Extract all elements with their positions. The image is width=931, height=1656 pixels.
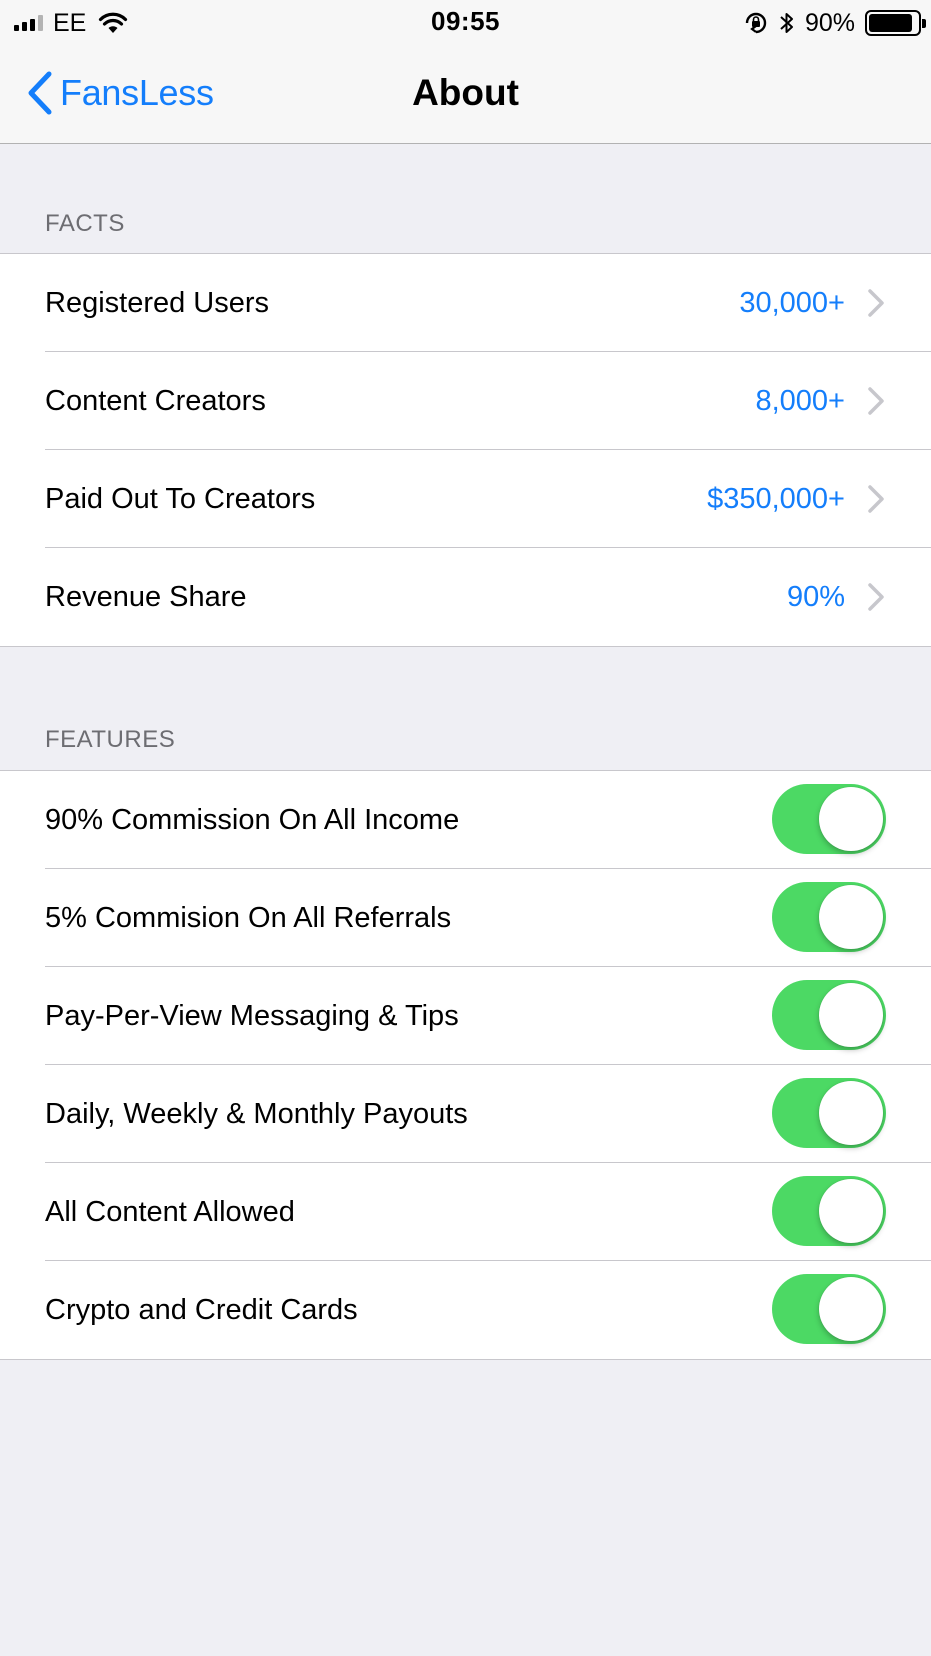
toggle-knob [819, 983, 883, 1047]
feature-toggle[interactable] [772, 1176, 886, 1246]
facts-group: Registered Users 30,000+ Content Creator… [0, 253, 931, 647]
fact-label: Registered Users [45, 287, 270, 319]
chevron-right-icon [868, 583, 884, 611]
navigation-bar: FansLess About [0, 46, 931, 144]
fact-row-content-creators[interactable]: Content Creators 8,000+ [0, 352, 931, 450]
fact-value: 30,000+ [739, 287, 845, 319]
chevron-right-icon [868, 387, 884, 415]
feature-label: 90% Commission On All Income [45, 804, 460, 836]
fact-label: Content Creators [45, 385, 266, 417]
feature-label: All Content Allowed [45, 1196, 295, 1228]
chevron-right-icon [868, 485, 884, 513]
orientation-lock-icon [745, 12, 767, 34]
battery-percent: 90% [804, 8, 855, 37]
feature-toggle[interactable] [772, 980, 886, 1050]
toggle-knob [819, 787, 883, 851]
page-title: About [412, 72, 519, 113]
feature-row-payouts: Daily, Weekly & Monthly Payouts [0, 1065, 931, 1163]
fact-value: 8,000+ [755, 385, 845, 417]
fact-row-revenue-share[interactable]: Revenue Share 90% [0, 548, 931, 646]
feature-label: Daily, Weekly & Monthly Payouts [45, 1098, 468, 1130]
feature-toggle[interactable] [772, 784, 886, 854]
feature-toggle[interactable] [772, 1274, 886, 1344]
feature-row-referrals: 5% Commision On All Referrals [0, 869, 931, 967]
fact-row-registered-users[interactable]: Registered Users 30,000+ [0, 254, 931, 352]
fact-label: Paid Out To Creators [45, 483, 316, 515]
status-right: 90% [743, 8, 926, 38]
toggle-knob [819, 885, 883, 949]
status-bar: EE 09:55 90% [0, 0, 931, 46]
fact-label: Revenue Share [45, 581, 247, 613]
features-section-header: FEATURES [45, 726, 176, 753]
feature-row-commission: 90% Commission On All Income [0, 771, 931, 869]
toggle-knob [819, 1081, 883, 1145]
feature-toggle[interactable] [772, 882, 886, 952]
battery-icon [865, 10, 926, 36]
feature-row-pay-per-view: Pay-Per-View Messaging & Tips [0, 967, 931, 1065]
fact-value: $350,000+ [707, 483, 845, 515]
feature-row-content-allowed: All Content Allowed [0, 1163, 931, 1261]
feature-label: 5% Commision On All Referrals [45, 902, 452, 934]
features-group: 90% Commission On All Income 5% Commisio… [0, 770, 931, 1360]
toggle-knob [819, 1277, 883, 1341]
bluetooth-icon [780, 13, 793, 33]
fact-row-paid-out[interactable]: Paid Out To Creators $350,000+ [0, 450, 931, 548]
fact-value: 90% [786, 581, 845, 613]
facts-section-header: FACTS [45, 210, 125, 237]
feature-row-crypto: Crypto and Credit Cards [0, 1261, 931, 1359]
toggle-knob [819, 1179, 883, 1243]
feature-label: Crypto and Credit Cards [45, 1294, 358, 1326]
feature-label: Pay-Per-View Messaging & Tips [45, 1000, 459, 1032]
feature-toggle[interactable] [772, 1078, 886, 1148]
chevron-right-icon [868, 289, 884, 317]
